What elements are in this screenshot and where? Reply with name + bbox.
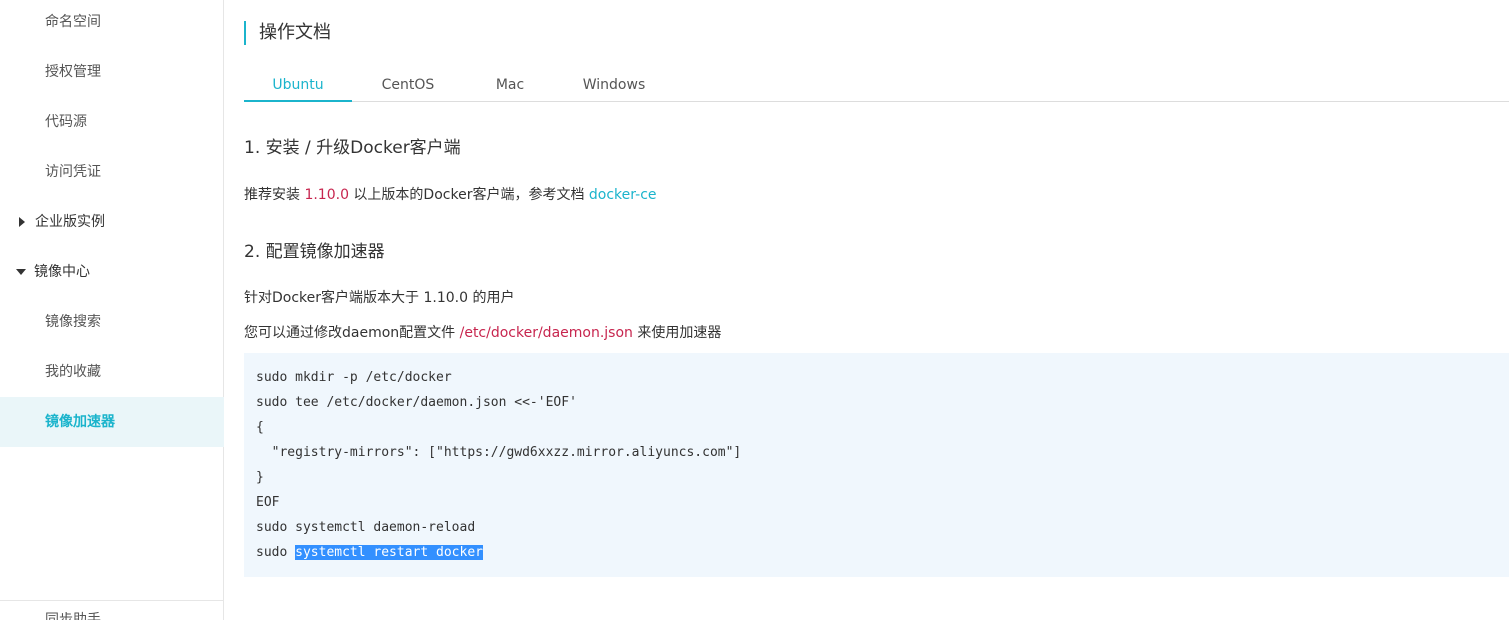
sidebar-item-label: 镜像搜索 bbox=[45, 314, 101, 330]
sidebar-divider bbox=[0, 600, 224, 601]
sidebar-item-label: 访问凭证 bbox=[45, 164, 101, 180]
sidebar-item-access-credential[interactable]: 访问凭证 bbox=[0, 147, 224, 197]
sidebar-item-image-search[interactable]: 镜像搜索 bbox=[0, 297, 224, 347]
sidebar-item-namespace[interactable]: 命名空间 bbox=[0, 0, 224, 47]
code-prefix: sudo bbox=[256, 545, 296, 560]
accelerator-text-before: 您可以通过修改daemon配置文件 bbox=[244, 325, 460, 341]
sidebar-item-label: 我的收藏 bbox=[45, 364, 101, 380]
sidebar-group-enterprise-instance[interactable]: 企业版实例 bbox=[0, 197, 224, 247]
install-text-before: 推荐安装 bbox=[244, 187, 305, 203]
code-line: { bbox=[256, 420, 264, 435]
tab-centos[interactable]: CentOS bbox=[362, 70, 454, 101]
daemon-config-path: /etc/docker/daemon.json bbox=[459, 325, 633, 341]
page-title: 操作文档 bbox=[244, 21, 331, 45]
main-content: 操作文档 Ubuntu CentOS Mac Windows 1. 安装 / 升… bbox=[244, 0, 1509, 620]
sidebar-item-code-source[interactable]: 代码源 bbox=[0, 97, 224, 147]
selected-text: systemctl restart docker bbox=[295, 545, 483, 560]
code-line-last: sudo systemctl restart docker bbox=[256, 540, 1509, 565]
code-line: sudo systemctl daemon-reload bbox=[256, 520, 476, 535]
tab-mac[interactable]: Mac bbox=[480, 70, 540, 101]
tab-windows[interactable]: Windows bbox=[574, 70, 654, 101]
section-heading-install: 1. 安装 / 升级Docker客户端 bbox=[244, 138, 461, 158]
sidebar-item-label: 镜像加速器 bbox=[45, 414, 115, 430]
section-heading-accelerator: 2. 配置镜像加速器 bbox=[244, 242, 385, 262]
docker-ce-link[interactable]: docker-ce bbox=[589, 187, 657, 203]
code-block[interactable]: sudo mkdir -p /etc/docker sudo tee /etc/… bbox=[244, 353, 1509, 577]
sidebar: 命名空间 授权管理 代码源 访问凭证 企业版实例 镜像中心 镜像搜索 我的收藏 … bbox=[0, 0, 224, 620]
code-line: } bbox=[256, 470, 264, 485]
install-description: 推荐安装 1.10.0 以上版本的Docker客户端，参考文档 docker-c… bbox=[244, 184, 657, 204]
accelerator-text-after: 来使用加速器 bbox=[632, 325, 722, 341]
caret-down-icon bbox=[16, 269, 26, 275]
recommended-version: 1.10.0 bbox=[304, 187, 349, 203]
os-tabs: Ubuntu CentOS Mac Windows bbox=[244, 70, 1509, 102]
sidebar-item-sync-helper[interactable]: 同步助手 bbox=[45, 606, 101, 620]
sidebar-group-label: 镜像中心 bbox=[34, 264, 90, 280]
accelerator-description-1: 针对Docker客户端版本大于 1.10.0 的用户 bbox=[244, 290, 515, 306]
code-line: "registry-mirrors": ["https://gwd6xxzz.m… bbox=[256, 445, 742, 460]
sidebar-item-authorization[interactable]: 授权管理 bbox=[0, 47, 224, 97]
sidebar-item-image-accelerator[interactable]: 镜像加速器 bbox=[0, 397, 224, 447]
code-line: sudo mkdir -p /etc/docker bbox=[256, 370, 452, 385]
sidebar-item-label: 命名空间 bbox=[45, 14, 101, 30]
app: 命名空间 授权管理 代码源 访问凭证 企业版实例 镜像中心 镜像搜索 我的收藏 … bbox=[0, 0, 1509, 620]
code-line: sudo tee /etc/docker/daemon.json <<-'EOF… bbox=[256, 395, 577, 410]
sidebar-item-my-favorites[interactable]: 我的收藏 bbox=[0, 347, 224, 397]
install-text-middle: 以上版本的Docker客户端，参考文档 bbox=[348, 187, 589, 203]
code-line: EOF bbox=[256, 495, 280, 510]
sidebar-item-label: 同步助手 bbox=[45, 612, 101, 620]
tab-ubuntu[interactable]: Ubuntu bbox=[244, 70, 352, 102]
sidebar-group-label: 企业版实例 bbox=[35, 214, 105, 230]
caret-right-icon bbox=[19, 217, 25, 227]
sidebar-item-label: 代码源 bbox=[45, 114, 87, 130]
sidebar-item-label: 授权管理 bbox=[45, 64, 101, 80]
sidebar-group-image-center[interactable]: 镜像中心 bbox=[0, 247, 224, 297]
accelerator-description-2: 您可以通过修改daemon配置文件 /etc/docker/daemon.jso… bbox=[244, 322, 721, 342]
